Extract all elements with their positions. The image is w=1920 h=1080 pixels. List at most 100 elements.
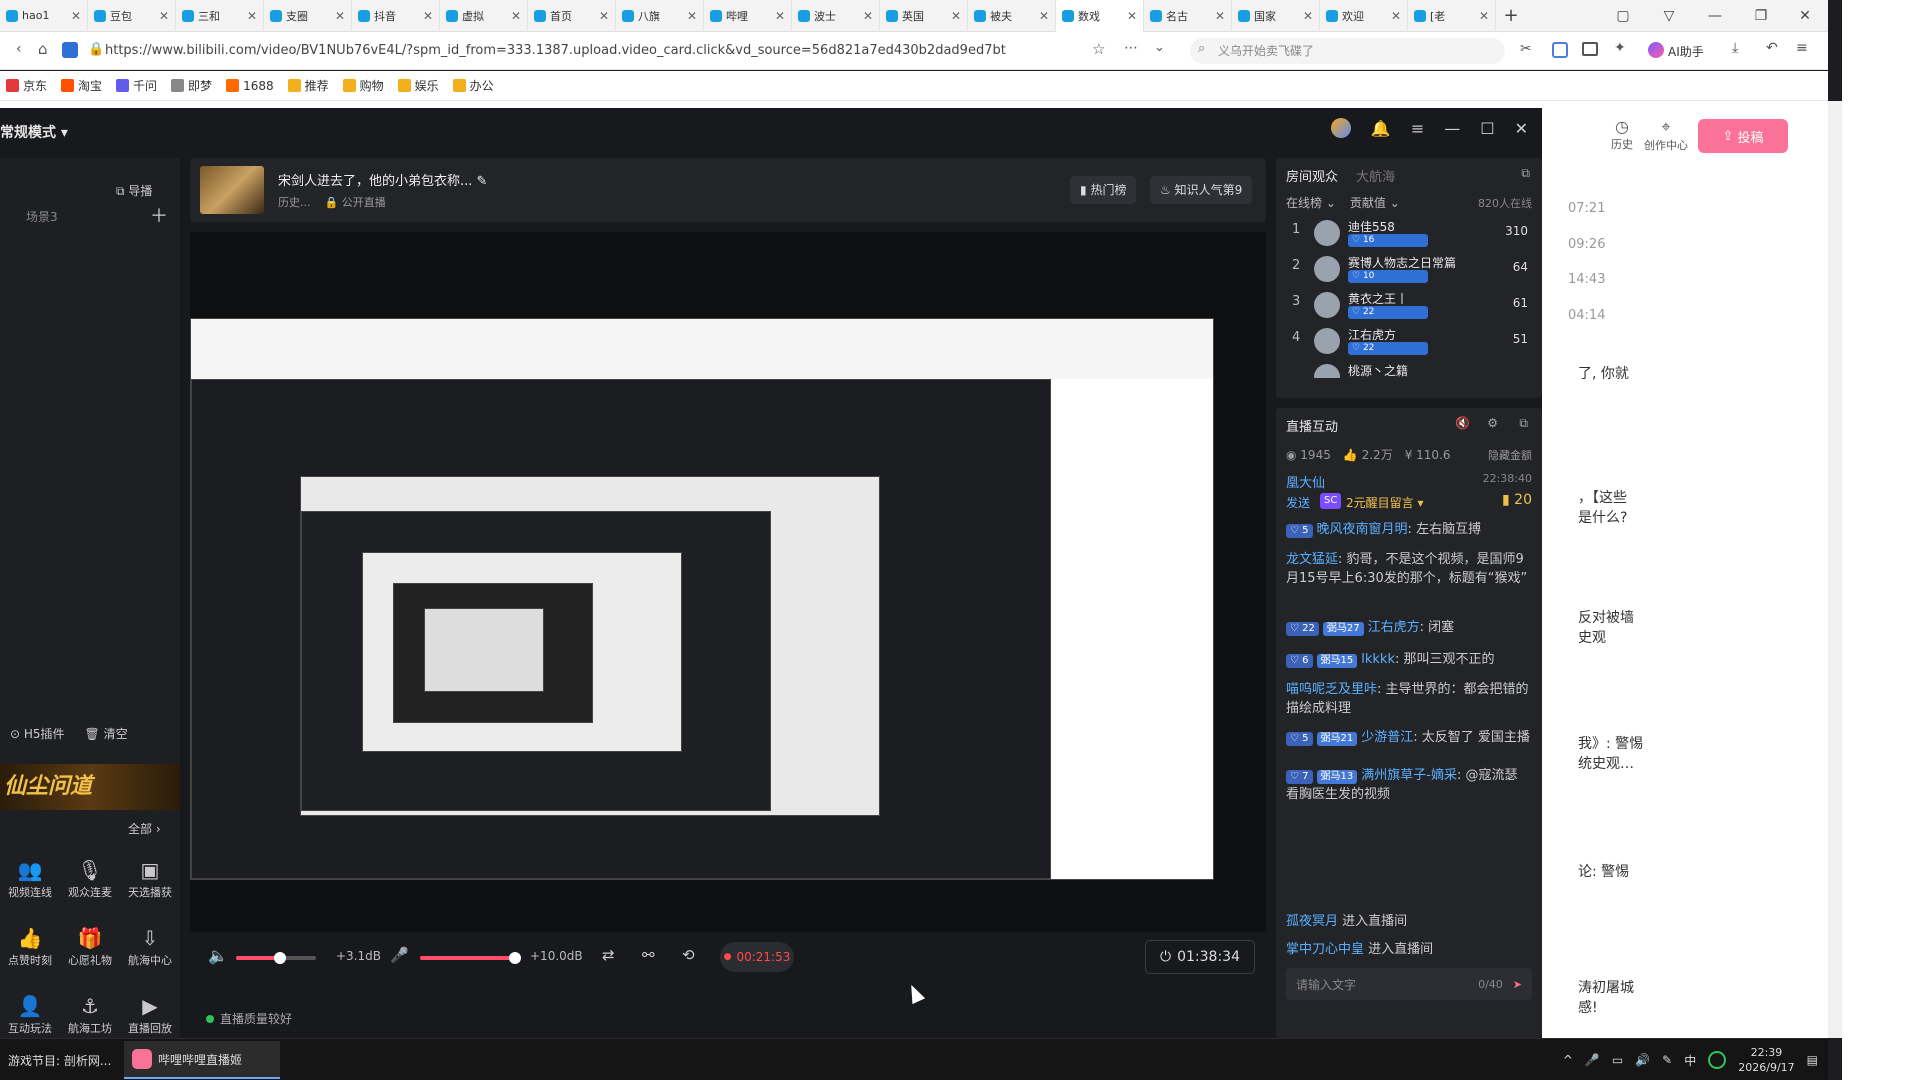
mode-selector[interactable]: 常规模式 ▾ <box>0 122 68 142</box>
import-button[interactable]: ⧉ 导播 <box>116 182 152 199</box>
browser-tab[interactable]: 支圈 ✕ <box>264 0 352 32</box>
bookmark-item[interactable]: 淘宝 <box>61 77 102 94</box>
bookmark-item[interactable]: 即梦 <box>171 77 212 94</box>
knowledge-rank-button[interactable]: ♨ 知识人气第9 <box>1150 176 1253 204</box>
tab-close-icon[interactable]: ✕ <box>511 9 521 23</box>
browser-tab[interactable]: 三和 ✕ <box>176 0 264 32</box>
close-icon[interactable]: ✕ <box>1782 0 1828 32</box>
tool-item[interactable]: 👥 视频连线 <box>0 858 60 900</box>
avatar[interactable] <box>1314 256 1340 282</box>
taskbar-item-live[interactable]: 哔哩哔哩直播姬 <box>124 1041 280 1079</box>
url-field[interactable]: https://www.bilibili.com/video/BV1NUb76v… <box>105 38 1145 64</box>
download-icon[interactable]: ⤓ <box>1732 40 1738 56</box>
chat-message[interactable]: 龙文猛延: 豹哥，不是这个视频，是国师9月15号早上6:30发的那个，标题有“猴… <box>1286 550 1532 588</box>
tab-close-icon[interactable]: ✕ <box>599 9 609 23</box>
browser-tab[interactable]: 数戏 ✕ <box>1056 0 1144 32</box>
tab-close-icon[interactable]: ✕ <box>1391 9 1401 23</box>
bookmark-item[interactable]: 娱乐 <box>397 77 439 94</box>
tab-close-icon[interactable]: ✕ <box>159 9 169 23</box>
tab-close-icon[interactable]: ✕ <box>1127 9 1137 23</box>
close-icon[interactable]: ✕ <box>1515 119 1528 138</box>
browser-tab[interactable]: 被夫 ✕ <box>968 0 1056 32</box>
taskbar-item-video[interactable]: 游戏节目: 剖析网... <box>0 1041 120 1079</box>
volume-icon[interactable]: 🔊 <box>1635 1053 1650 1067</box>
viewer-row[interactable]: 4 江右虎方 ♡ 22 51 <box>1286 324 1532 364</box>
enter-user[interactable]: 孤夜冥月 <box>1286 914 1338 929</box>
chat-message[interactable]: ♡ 7 弼马13 满州旗草子-嫡采: @寇流瑟 看胸医生发的视频 <box>1286 766 1532 804</box>
viewer-row[interactable]: 2 赛博人物志之日常篇 ♡ 10 64 <box>1286 252 1532 292</box>
mic-tray-icon[interactable]: 🎤 <box>1585 1053 1600 1067</box>
scene-tab[interactable]: 场景3 <box>26 208 58 225</box>
sc-type-dropdown[interactable]: 2元醒目留言 ▾ <box>1346 494 1423 511</box>
tool-item[interactable]: ▶ 直播回放 <box>120 994 180 1036</box>
public-stream[interactable]: 🔒 公开直播 <box>325 194 386 210</box>
tool-item[interactable]: 👤 互动玩法 <box>0 994 60 1036</box>
pen-icon[interactable]: ✎ <box>1662 1053 1672 1067</box>
menu-icon[interactable]: ▽ <box>1646 0 1692 32</box>
bookmark-item[interactable]: 办公 <box>452 77 494 94</box>
tab-close-icon[interactable]: ✕ <box>863 9 873 23</box>
microphone-icon[interactable]: 🎤 <box>390 946 409 964</box>
more-icon[interactable]: ⋯ <box>1124 40 1138 56</box>
tool-item[interactable]: 🎁 心愿礼物 <box>60 926 120 968</box>
scissors-icon[interactable]: ✂ <box>1520 41 1532 57</box>
settings-icon[interactable]: ⚙ <box>1487 416 1498 430</box>
chat-user[interactable]: 龙文猛延 <box>1286 552 1338 567</box>
browser-tab[interactable]: 八旗 ✕ <box>616 0 704 32</box>
mic-volume-knob[interactable] <box>509 952 521 964</box>
loop-icon[interactable]: ⟲ <box>682 946 695 964</box>
chat-user[interactable]: 少游普江 <box>1361 730 1413 745</box>
tab-close-icon[interactable]: ✕ <box>1215 9 1225 23</box>
bell-icon[interactable]: 🔔 <box>1371 119 1391 138</box>
chat-message[interactable]: ♡ 5 弼马21 少游普江: 太反智了 爱国主播 <box>1286 728 1532 747</box>
nav-creator-center[interactable]: ⌖ 创作中心 <box>1642 117 1690 153</box>
maximize-icon[interactable]: ❐ <box>1738 0 1784 32</box>
tool-item[interactable]: 🎙 观众连麦 <box>60 858 120 900</box>
history-label[interactable]: 历史... <box>278 194 311 210</box>
browser-tab[interactable]: 英国 ✕ <box>880 0 968 32</box>
hot-rank-button[interactable]: ▮ 热门榜 <box>1070 176 1137 204</box>
bookmark-item[interactable]: 1688 <box>226 79 274 93</box>
speaker-volume-knob[interactable] <box>274 952 286 964</box>
tab-close-icon[interactable]: ✕ <box>1039 9 1049 23</box>
tab-close-icon[interactable]: ✕ <box>1479 9 1489 23</box>
nav-history[interactable]: ◷ 历史 <box>1598 117 1646 152</box>
stream-cover[interactable] <box>200 166 264 214</box>
popout-icon[interactable]: ⧉ <box>1519 416 1528 431</box>
browser-tab[interactable]: 虚拟 ✕ <box>440 0 528 32</box>
tab-close-icon[interactable]: ✕ <box>247 9 257 23</box>
all-tools-button[interactable]: 全部 › <box>128 820 161 837</box>
swap-icon[interactable]: ⇄ <box>602 946 615 964</box>
tab-list-icon[interactable]: ▢ <box>1600 0 1646 32</box>
mute-icon[interactable]: 🔇 <box>1455 416 1470 430</box>
live-timer[interactable]: ● 00:21:53 <box>720 942 794 972</box>
tab-close-icon[interactable]: ✕ <box>775 9 785 23</box>
avatar[interactable] <box>1330 118 1351 138</box>
chat-input[interactable]: 请输入文字 0/40 ➤ <box>1286 968 1532 1000</box>
bookmark-item[interactable]: 京东 <box>6 77 47 94</box>
stream-preview[interactable] <box>190 232 1266 932</box>
bookmark-item[interactable]: 推荐 <box>287 77 329 94</box>
screen-icon[interactable] <box>1582 42 1598 56</box>
filter-contrib[interactable]: 贡献值 ⌄ <box>1350 194 1400 211</box>
filter-online[interactable]: 在线榜 ⌄ <box>1286 194 1336 211</box>
avatar[interactable] <box>1314 364 1340 378</box>
browser-tab[interactable]: 国家 ✕ <box>1232 0 1320 32</box>
speaker-icon[interactable]: 🔈 <box>208 946 228 965</box>
hamburger-menu-icon[interactable]: ≡ <box>1796 40 1808 56</box>
chevron-down-icon[interactable]: ⌄ <box>1154 40 1165 55</box>
maximize-icon[interactable]: ☐ <box>1480 119 1494 138</box>
viewer-row[interactable]: 桃源丶之籍 <box>1286 360 1532 378</box>
avatar[interactable] <box>1314 328 1340 354</box>
minimize-icon[interactable]: — <box>1444 119 1460 138</box>
browser-tab[interactable]: 波士 ✕ <box>792 0 880 32</box>
add-scene-icon[interactable]: ＋ <box>150 202 168 228</box>
browser-tab[interactable]: 抖音 ✕ <box>352 0 440 32</box>
browser-tab[interactable]: 豆包 ✕ <box>88 0 176 32</box>
search-input[interactable]: 义乌开始卖飞碟了 <box>1190 38 1505 64</box>
chat-user[interactable]: 晚风夜南窗月明 <box>1317 522 1408 537</box>
clear-button[interactable]: 🗑 清空 <box>85 725 128 742</box>
viewer-row[interactable]: 3 黄衣之王丨 ♡ 22 61 <box>1286 288 1532 328</box>
browser-tab[interactable]: [老 ✕ <box>1408 0 1496 32</box>
chat-message[interactable]: ♡ 22 弼马27 江右虎方: 闭塞 <box>1286 618 1532 637</box>
